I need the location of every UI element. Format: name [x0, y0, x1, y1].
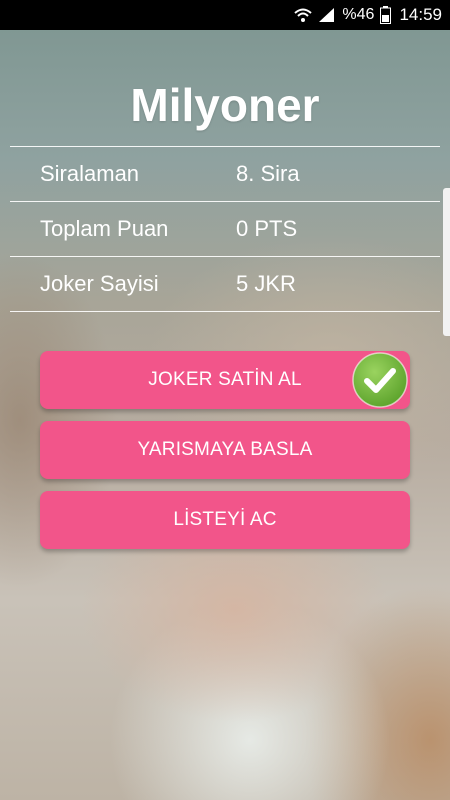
start-game-button[interactable]: YARISMAYA BASLA: [40, 421, 410, 479]
app-title: Milyoner: [130, 79, 320, 131]
check-icon: [352, 352, 408, 408]
clock: 14:59: [399, 5, 442, 24]
stat-row-points: Toplam Puan 0 PTS: [10, 201, 440, 256]
battery-percent: %46: [342, 6, 375, 23]
battery-icon: [380, 6, 392, 24]
stat-row-ranking: Siralaman 8. Sira: [10, 146, 440, 201]
signal-icon: [318, 7, 336, 23]
stat-label: Toplam Puan: [40, 216, 169, 241]
stat-label: Joker Sayisi: [40, 271, 159, 296]
stat-value: 5 JKR: [236, 271, 296, 296]
stat-value: 8. Sira: [236, 161, 300, 186]
stat-label: Siralaman: [40, 161, 140, 186]
wifi-icon: [294, 7, 313, 23]
stat-row-jokers: Joker Sayisi 5 JKR: [10, 256, 440, 312]
open-list-button[interactable]: LİSTEYİ AC: [40, 491, 410, 549]
stat-value: 0 PTS: [236, 216, 298, 241]
status-bar: %46 14:59: [0, 0, 450, 30]
scrollbar[interactable]: [443, 188, 450, 336]
stats-table: Siralaman 8. Sira Toplam Puan 0 PTS Joke…: [10, 146, 440, 312]
